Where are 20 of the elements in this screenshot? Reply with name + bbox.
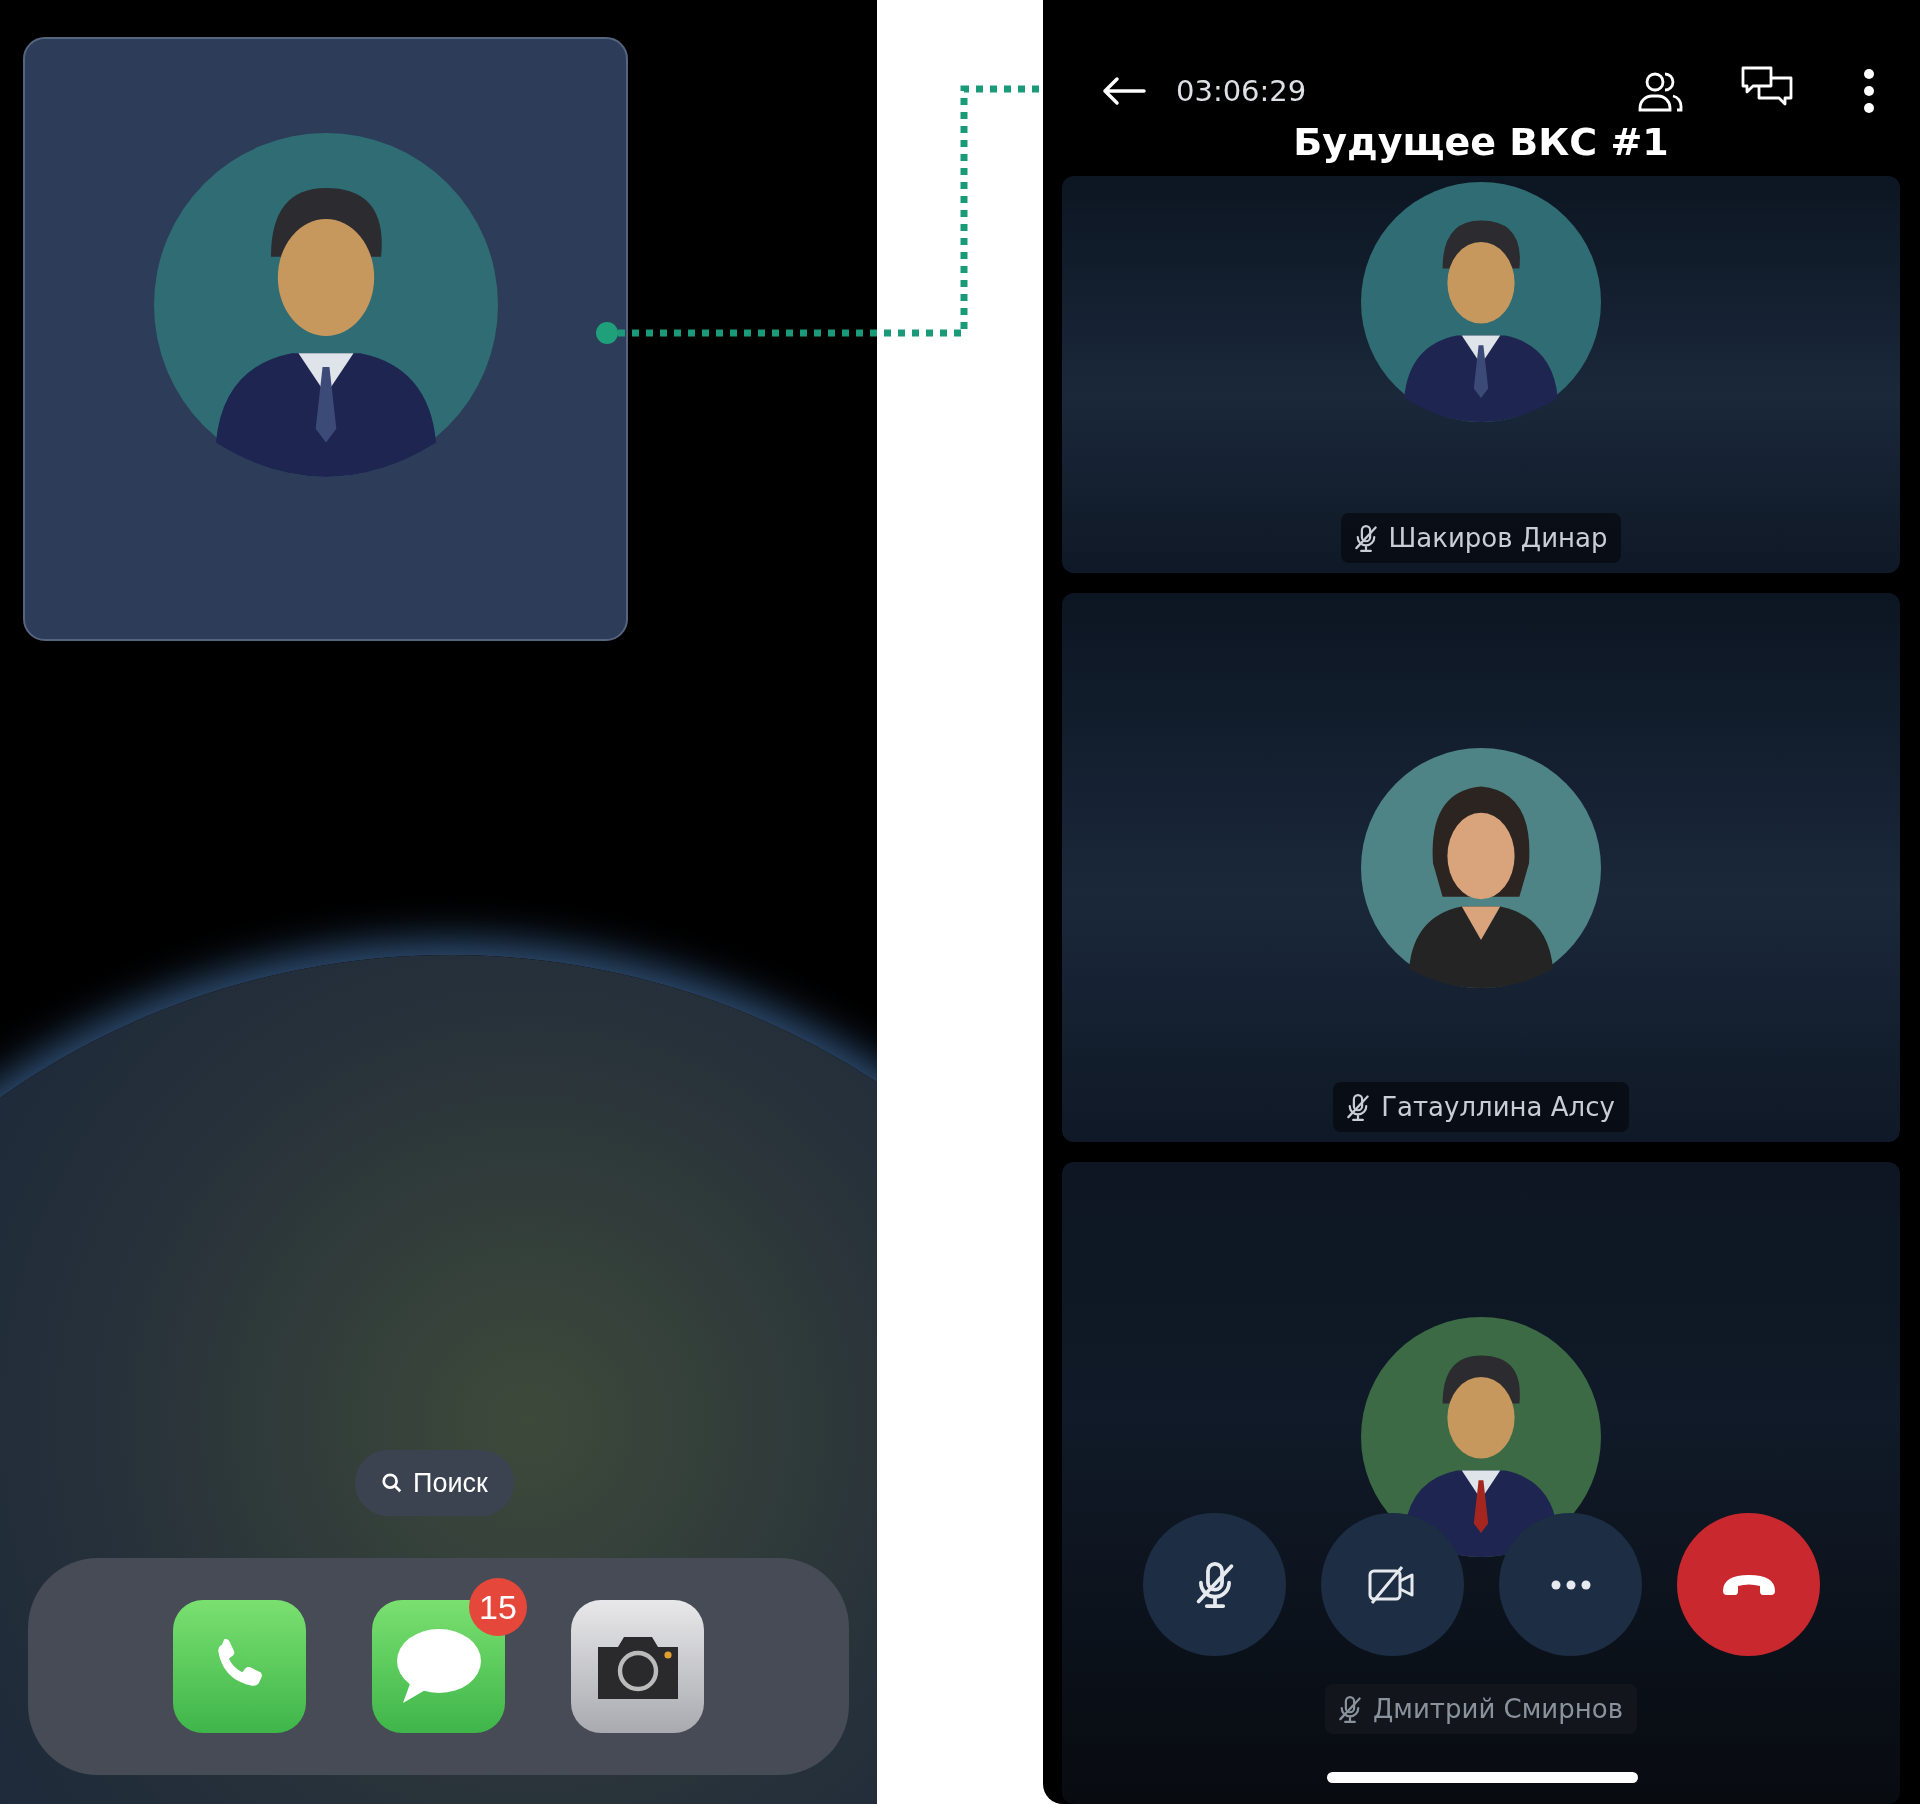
notification-badge: 15 xyxy=(469,1578,527,1636)
back-arrow-icon xyxy=(1102,76,1146,106)
participant-name: Шакиров Динар xyxy=(1340,513,1622,563)
vertical-dots-icon xyxy=(1863,68,1875,114)
back-button[interactable] xyxy=(1102,76,1146,106)
video-preview-window[interactable] xyxy=(23,37,628,641)
search-button[interactable]: Поиск xyxy=(355,1450,514,1516)
participant-name: Дмитрий Смирнов xyxy=(1325,1684,1637,1734)
muted-mic-icon xyxy=(1354,524,1377,552)
camera-app-icon[interactable] xyxy=(571,1600,704,1733)
muted-mic-icon xyxy=(1339,1695,1362,1723)
participant-name: Гатауллина Алсу xyxy=(1333,1082,1629,1132)
call-title: Будущее ВКС #1 xyxy=(1293,120,1669,164)
horizontal-dots-icon xyxy=(1550,1579,1591,1590)
hang-up-icon xyxy=(1720,1572,1777,1597)
more-options-button[interactable] xyxy=(1863,68,1875,114)
phone-app-icon[interactable] xyxy=(173,1600,306,1733)
search-icon xyxy=(381,1472,403,1494)
muted-mic-icon xyxy=(1347,1093,1370,1121)
call-timer: 03:06:29 xyxy=(1176,74,1307,108)
